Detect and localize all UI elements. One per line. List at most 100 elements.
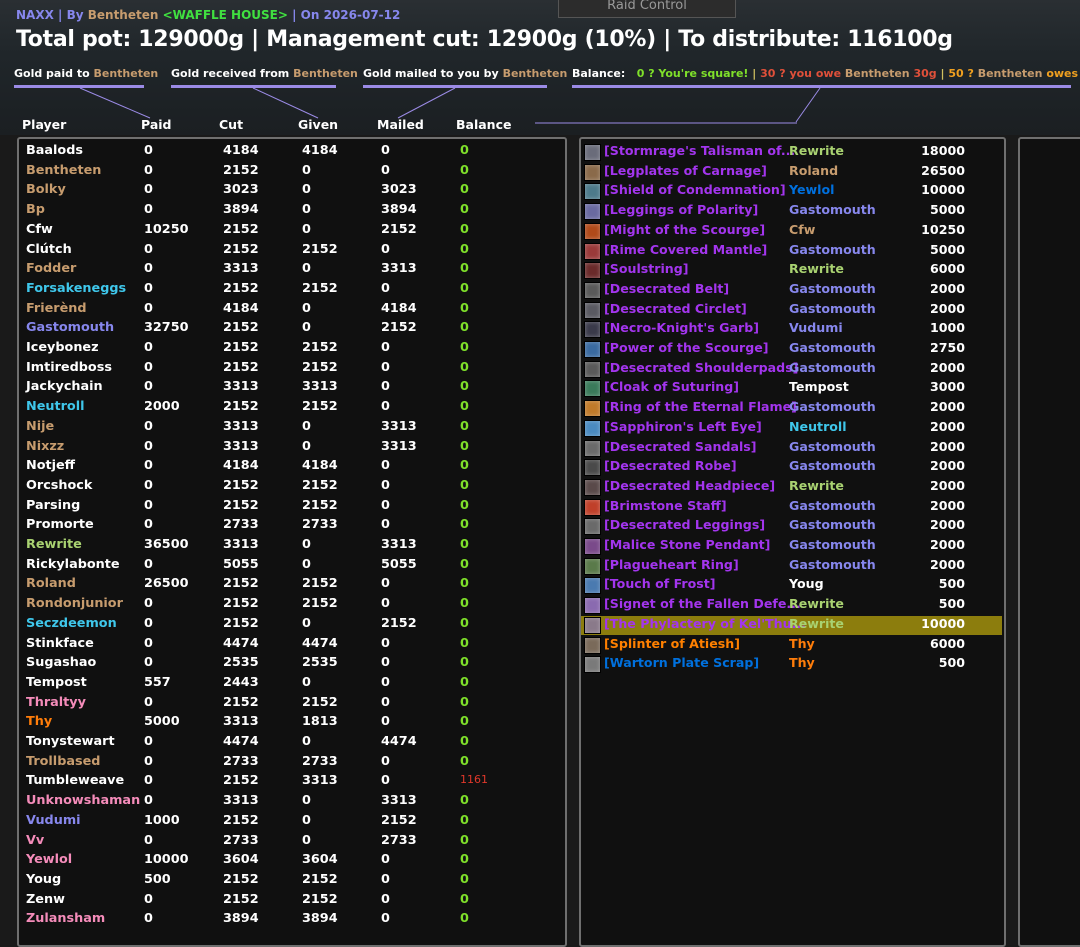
player-paid: 0 xyxy=(144,438,153,454)
loot-row[interactable]: [Ring of the Eternal Flame] Gastomouth 200… xyxy=(581,399,1002,419)
loot-row[interactable]: [Desecrated Shoulderpads] Gastomouth 2000 xyxy=(581,360,1002,380)
player-row[interactable]: Bentheten 0 2152 0 0 0 xyxy=(19,163,559,183)
player-row[interactable]: Tempost 557 2443 0 0 0 xyxy=(19,675,559,695)
loot-row[interactable]: [Desecrated Headpiece] Rewrite 2000 xyxy=(581,478,1002,498)
loot-row[interactable]: [Plagueheart Ring] Gastomouth 2000 xyxy=(581,557,1002,577)
player-row[interactable]: Roland 26500 2152 2152 0 0 xyxy=(19,576,559,596)
player-paid: 0 xyxy=(144,655,153,671)
loot-row[interactable]: [Necro-Knight's Garb] Vudumi 1000 xyxy=(581,320,1002,340)
player-name: Nije xyxy=(26,418,55,434)
player-mailed: 0 xyxy=(381,655,390,671)
item-price: 2000 xyxy=(929,556,965,572)
loot-row[interactable]: [Cloak of Suturing] Tempost 3000 xyxy=(581,379,1002,399)
player-cut: 3313 xyxy=(223,261,259,277)
player-row[interactable]: Fodder 0 3313 0 3313 0 xyxy=(19,261,559,281)
player-name: Bp xyxy=(26,202,45,218)
player-row[interactable]: Sugashao 0 2535 2535 0 0 xyxy=(19,655,559,675)
player-cut: 2152 xyxy=(223,162,259,178)
player-row[interactable]: Bp 0 3894 0 3894 0 xyxy=(19,202,559,222)
loot-row[interactable]: [Desecrated Circlet] Gastomouth 2000 xyxy=(581,301,1002,321)
player-row[interactable]: Forsakeneggs 0 2152 2152 0 0 xyxy=(19,281,559,301)
player-row[interactable]: Gastomouth 32750 2152 0 2152 0 xyxy=(19,320,559,340)
loot-row[interactable]: [Leggings of Polarity] Gastomouth 5000 xyxy=(581,202,1002,222)
loot-row[interactable]: [Might of the Scourge] Cfw 10250 xyxy=(581,222,1002,242)
loot-row[interactable]: [Malice Stone Pendant] Gastomouth 2000 xyxy=(581,537,1002,557)
player-row[interactable]: Zenw 0 2152 2152 0 0 xyxy=(19,892,559,912)
loot-row[interactable]: [Desecrated Belt] Gastomouth 2000 xyxy=(581,281,1002,301)
loot-row[interactable]: [Legplates of Carnage] Roland 26500 xyxy=(581,163,1002,183)
player-row[interactable]: Orcshock 0 2152 2152 0 0 xyxy=(19,478,559,498)
player-row[interactable]: Unknowshaman 0 3313 0 3313 0 xyxy=(19,793,559,813)
header-cut[interactable]: Cut xyxy=(219,117,243,132)
player-given: 2152 xyxy=(302,694,338,710)
player-mailed: 0 xyxy=(381,674,390,690)
header-given[interactable]: Given xyxy=(298,117,338,132)
player-row[interactable]: Rewrite 36500 3313 0 3313 0 xyxy=(19,537,559,557)
loot-row[interactable]: [Power of the Scourge] Gastomouth 2750 xyxy=(581,340,1002,360)
player-given: 2152 xyxy=(302,576,338,592)
player-row[interactable]: Stinkface 0 4474 4474 0 0 xyxy=(19,636,559,656)
player-row[interactable]: Bolky 0 3023 0 3023 0 xyxy=(19,182,559,202)
player-row[interactable]: Seczdeemon 0 2152 0 2152 0 xyxy=(19,616,559,636)
item-price: 10250 xyxy=(921,221,965,237)
player-row[interactable]: Jackychain 0 3313 3313 0 0 xyxy=(19,379,559,399)
player-row[interactable]: Notjeff 0 4184 4184 0 0 xyxy=(19,458,559,478)
player-row[interactable]: Imtiredboss 0 2152 2152 0 0 xyxy=(19,360,559,380)
player-name: Thy xyxy=(26,714,53,730)
loot-row[interactable]: [Soulstring] Rewrite 6000 xyxy=(581,261,1002,281)
player-row[interactable]: Parsing 0 2152 2152 0 0 xyxy=(19,498,559,518)
loot-row[interactable]: [Stormrage's Talisman of... Rewrite 18000 xyxy=(581,143,1002,163)
player-name: Parsing xyxy=(26,497,81,513)
player-cut: 2152 xyxy=(223,280,259,296)
loot-row[interactable]: [Desecrated Robe] Gastomouth 2000 xyxy=(581,458,1002,478)
player-row[interactable]: Trollbased 0 2733 2733 0 0 xyxy=(19,754,559,774)
item-price: 2000 xyxy=(929,517,965,533)
player-cut: 3604 xyxy=(223,852,259,868)
loot-row[interactable]: [Brimstone Staff] Gastomouth 2000 xyxy=(581,498,1002,518)
player-cut: 3313 xyxy=(223,793,259,809)
loot-row[interactable]: [Signet of the Fallen Defe... Rewrite 500 xyxy=(581,596,1002,616)
player-row[interactable]: Nixzz 0 3313 0 3313 0 xyxy=(19,439,559,459)
player-row[interactable]: Cfw 10250 2152 0 2152 0 xyxy=(19,222,559,242)
player-given: 2733 xyxy=(302,517,338,533)
player-row[interactable]: Rickylabonte 0 5055 0 5055 0 xyxy=(19,557,559,577)
loot-row[interactable]: [Splinter of Atiesh] Thy 6000 xyxy=(581,636,1002,656)
player-given: 2733 xyxy=(302,753,338,769)
player-row[interactable]: Yewlol 10000 3604 3604 0 0 xyxy=(19,852,559,872)
player-row[interactable]: Thraltyy 0 2152 2152 0 0 xyxy=(19,695,559,715)
player-row[interactable]: Thy 5000 3313 1813 0 0 xyxy=(19,714,559,734)
player-given: 2152 xyxy=(302,340,338,355)
player-given: 0 xyxy=(302,320,311,336)
player-balance: 0 xyxy=(460,458,469,474)
player-name: Promorte xyxy=(26,517,94,533)
loot-row[interactable]: [Shield of Condemnation] Yewlol 10000 xyxy=(581,182,1002,202)
player-row[interactable]: Iceybonez 0 2152 2152 0 0 xyxy=(19,340,559,360)
player-row[interactable]: Neutroll 2000 2152 2152 0 0 xyxy=(19,399,559,419)
player-row[interactable]: Vudumi 1000 2152 0 2152 0 xyxy=(19,813,559,833)
player-row[interactable]: Tonystewart 0 4474 0 4474 0 xyxy=(19,734,559,754)
player-row[interactable]: Baalods 0 4184 4184 0 0 xyxy=(19,143,559,163)
player-row[interactable]: Nije 0 3313 0 3313 0 xyxy=(19,419,559,439)
player-row[interactable]: Frierènd 0 4184 0 4184 0 xyxy=(19,301,559,321)
loot-row[interactable]: [The Phylactery of Kel'Thu... Rewrite 1000… xyxy=(581,615,1002,636)
header-paid[interactable]: Paid xyxy=(141,117,172,132)
player-row[interactable]: Promorte 0 2733 2733 0 0 xyxy=(19,517,559,537)
loot-row[interactable]: [Touch of Frost] Youg 500 xyxy=(581,576,1002,596)
player-row[interactable]: Tumbleweave 0 2152 3313 0 1161 xyxy=(19,773,559,793)
loot-row[interactable]: [Wartorn Plate Scrap] Thy 500 xyxy=(581,655,1002,675)
player-balance: 0 xyxy=(460,596,469,612)
player-balance: 0 xyxy=(460,340,469,355)
loot-row[interactable]: [Desecrated Sandals] Gastomouth 2000 xyxy=(581,439,1002,459)
player-row[interactable]: Clútch 0 2152 2152 0 0 xyxy=(19,242,559,262)
player-row[interactable]: Rondonjunior 0 2152 2152 0 0 xyxy=(19,596,559,616)
player-row[interactable]: Vv 0 2733 0 2733 0 xyxy=(19,833,559,853)
loot-row[interactable]: [Rime Covered Mantle] Gastomouth 5000 xyxy=(581,242,1002,262)
player-cut: 5055 xyxy=(223,556,259,572)
header-balance[interactable]: Balance xyxy=(456,117,511,132)
player-row[interactable]: Zulansham 0 3894 3894 0 0 xyxy=(19,911,559,931)
header-mailed[interactable]: Mailed xyxy=(377,117,424,132)
header-player[interactable]: Player xyxy=(22,117,66,132)
player-row[interactable]: Youg 500 2152 2152 0 0 xyxy=(19,872,559,892)
loot-row[interactable]: [Sapphiron's Left Eye] Neutroll 2000 xyxy=(581,419,1002,439)
loot-row[interactable]: [Desecrated Leggings] Gastomouth 2000 xyxy=(581,517,1002,537)
